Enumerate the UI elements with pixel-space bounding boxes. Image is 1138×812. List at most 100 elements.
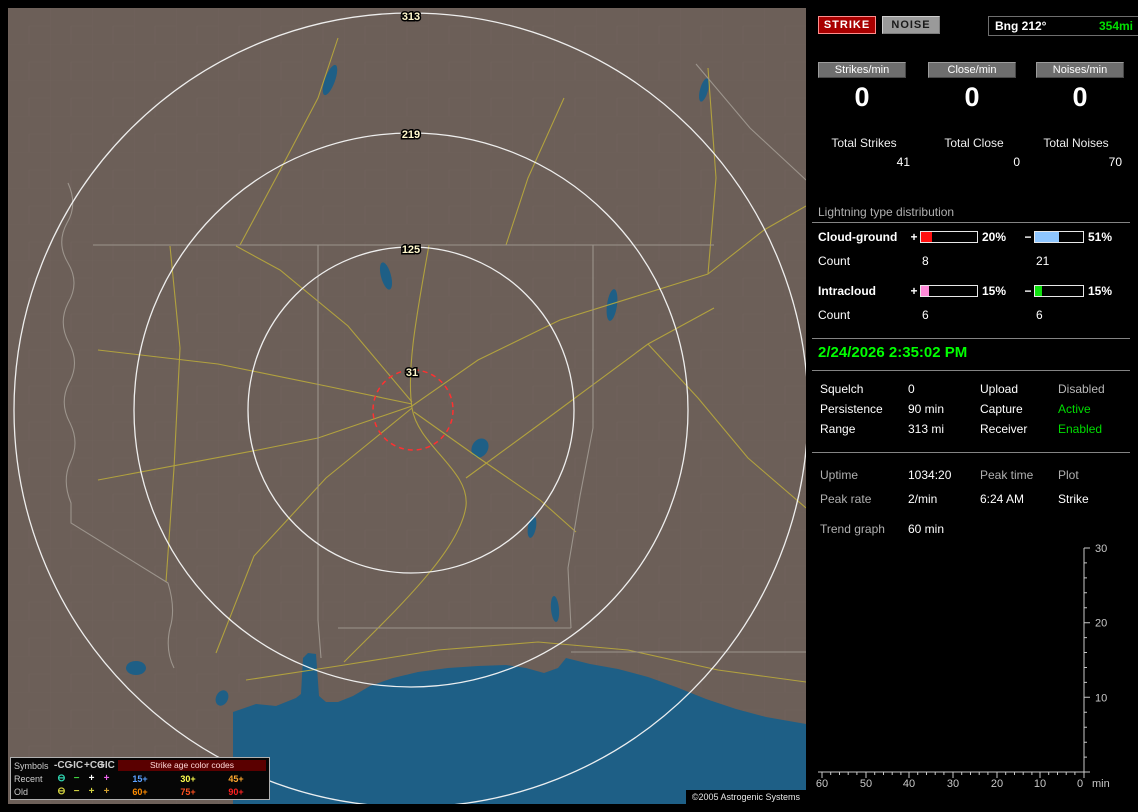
- neg-cg-icon: ⊖: [57, 773, 66, 784]
- intracloud-minus-bar: [1034, 285, 1084, 297]
- uptime-label: Uptime: [820, 468, 859, 482]
- current-datetime: 2/24/2026 2:35:02 PM: [818, 344, 968, 361]
- capture-status: Active: [1058, 402, 1091, 416]
- total-noises-label: Total Noises: [1043, 136, 1109, 150]
- intracloud-minus-count: 6: [1036, 308, 1043, 322]
- ring-label-313: 313: [402, 11, 420, 23]
- copyright-text: ©2005 Astrogenic Systems: [685, 790, 806, 804]
- legend-old-row: Old ⊖ − + + 60+ 75+ 90+: [14, 785, 266, 798]
- close-per-min-value: 0: [964, 82, 980, 112]
- pos-cg-old-icon: +: [88, 786, 95, 797]
- x-tick-60: 60: [816, 778, 828, 790]
- total-strikes-value: 41: [896, 155, 910, 169]
- settings-row-squelch: Squelch 0 Upload Disabled: [820, 382, 1130, 396]
- count-label: Count: [818, 254, 851, 268]
- legend-old-label: Old: [14, 786, 29, 797]
- strike-mode-button[interactable]: STRIKE: [818, 16, 876, 34]
- intracloud-label: Intracloud: [818, 284, 877, 298]
- x-axis-unit: min: [1092, 778, 1110, 790]
- cloud-ground-plus-count: 8: [922, 254, 929, 268]
- ring-label-31: 31: [406, 367, 418, 379]
- upload-label: Upload: [980, 382, 1019, 396]
- map-canvas: 313 219 125 31: [8, 8, 806, 804]
- peak-time-value: 6:24 AM: [980, 492, 1025, 506]
- pos-ic-old-icon: +: [103, 786, 110, 797]
- age-15: 15+: [132, 773, 148, 784]
- plus-sign: +: [910, 230, 918, 244]
- ring-label-125: 125: [402, 244, 420, 256]
- cloud-ground-label: Cloud-ground: [818, 230, 898, 244]
- cloud-ground-plus-bar: [920, 231, 978, 243]
- intracloud-row: Intracloud + 15% − 15%: [818, 284, 1130, 298]
- pos-cg-icon: +: [88, 773, 95, 784]
- legend-neg-ic-header: -IC: [69, 760, 84, 771]
- persistence-label: Persistence: [820, 402, 883, 416]
- distribution-title: Lightning type distribution: [818, 205, 955, 219]
- x-tick-20: 20: [991, 778, 1003, 790]
- trend-axes: [818, 547, 1090, 778]
- cloud-ground-row: Cloud-ground + 20% − 51%: [818, 230, 1130, 244]
- lightning-map[interactable]: 313 219 125 31 Symbols -CG -IC +CG +IC S…: [8, 8, 806, 804]
- divider: [812, 452, 1130, 453]
- noises-per-min-button[interactable]: Noises/min: [1036, 62, 1124, 78]
- status-panel: STRIKE NOISE Bng 212° 354mi Strikes/min …: [812, 8, 1138, 804]
- y-tick-20: 20: [1095, 618, 1107, 630]
- peak-time-label: Peak time: [980, 468, 1034, 482]
- neg-ic-old-icon: −: [73, 786, 80, 797]
- uptime-value: 1034:20: [908, 468, 952, 482]
- neg-ic-icon: −: [73, 773, 80, 784]
- intracloud-count-row: Count 6 6: [818, 308, 1130, 322]
- legend-recent-row: Recent ⊖ − + + 15+ 30+ 45+: [14, 772, 266, 785]
- intracloud-plus-bar: [920, 285, 978, 297]
- x-tick-50: 50: [860, 778, 872, 790]
- stats-row-2: Peak rate 2/min 6:24 AM Strike: [820, 492, 1130, 506]
- intracloud-minus-pct: 15%: [1088, 284, 1113, 298]
- x-tick-0: 0: [1077, 778, 1083, 790]
- legend-pos-ic-header: +IC: [99, 760, 115, 771]
- peak-rate-value: 2/min: [908, 492, 938, 506]
- persistence-value: 90 min: [908, 402, 945, 416]
- noise-mode-button[interactable]: NOISE: [882, 16, 940, 34]
- bearing-readout: Bng 212° 354mi: [988, 16, 1138, 36]
- divider: [812, 370, 1130, 371]
- cloud-ground-plus-pct: 20%: [982, 230, 1007, 244]
- age-90: 90+: [228, 786, 244, 797]
- legend-symbols-label: Symbols: [14, 760, 49, 771]
- neg-cg-old-icon: ⊖: [57, 786, 66, 797]
- strike-legend: Symbols -CG -IC +CG +IC Strike age color…: [10, 757, 270, 800]
- total-close-label: Total Close: [944, 136, 1004, 150]
- receiver-label: Receiver: [980, 422, 1028, 436]
- age-45: 45+: [228, 773, 244, 784]
- stats-row-3: Trend graph 60 min: [820, 522, 1130, 536]
- plus-sign: +: [910, 284, 918, 298]
- divider: [812, 222, 1130, 223]
- cloud-ground-count-row: Count 8 21: [818, 254, 1130, 268]
- count-label: Count: [818, 308, 851, 322]
- capture-label: Capture: [980, 402, 1023, 416]
- legend-header-row: Symbols -CG -IC +CG +IC Strike age color…: [14, 759, 266, 772]
- x-tick-30: 30: [947, 778, 959, 790]
- range-value: 313 mi: [908, 422, 945, 436]
- y-tick-10: 10: [1095, 692, 1107, 704]
- cloud-ground-minus-count: 21: [1036, 254, 1050, 268]
- cloud-ground-minus-pct: 51%: [1088, 230, 1113, 244]
- legend-pos-cg-header: +CG: [84, 760, 105, 771]
- settings-row-persistence: Persistence 90 min Capture Active: [820, 402, 1130, 416]
- x-tick-10: 10: [1034, 778, 1046, 790]
- squelch-value: 0: [908, 382, 915, 396]
- close-per-min-button[interactable]: Close/min: [928, 62, 1016, 78]
- total-strikes-label: Total Strikes: [831, 136, 897, 150]
- bearing-distance: 354mi: [1098, 19, 1133, 33]
- trend-graph: 30 20 10 60 50 40 30 20 10 0 min: [816, 543, 1110, 790]
- peak-rate-label: Peak rate: [820, 492, 872, 506]
- upload-status: Disabled: [1058, 382, 1105, 396]
- legend-age-title: Strike age color codes: [118, 760, 266, 771]
- plot-value: Strike: [1058, 492, 1089, 506]
- bearing-value: Bng 212°: [995, 19, 1047, 33]
- total-close-value: 0: [1013, 155, 1020, 169]
- strikes-per-min-button[interactable]: Strikes/min: [818, 62, 906, 78]
- ring-label-219: 219: [402, 129, 420, 141]
- age-60: 60+: [132, 786, 148, 797]
- divider: [812, 338, 1130, 339]
- strikes-per-min-value: 0: [854, 82, 870, 112]
